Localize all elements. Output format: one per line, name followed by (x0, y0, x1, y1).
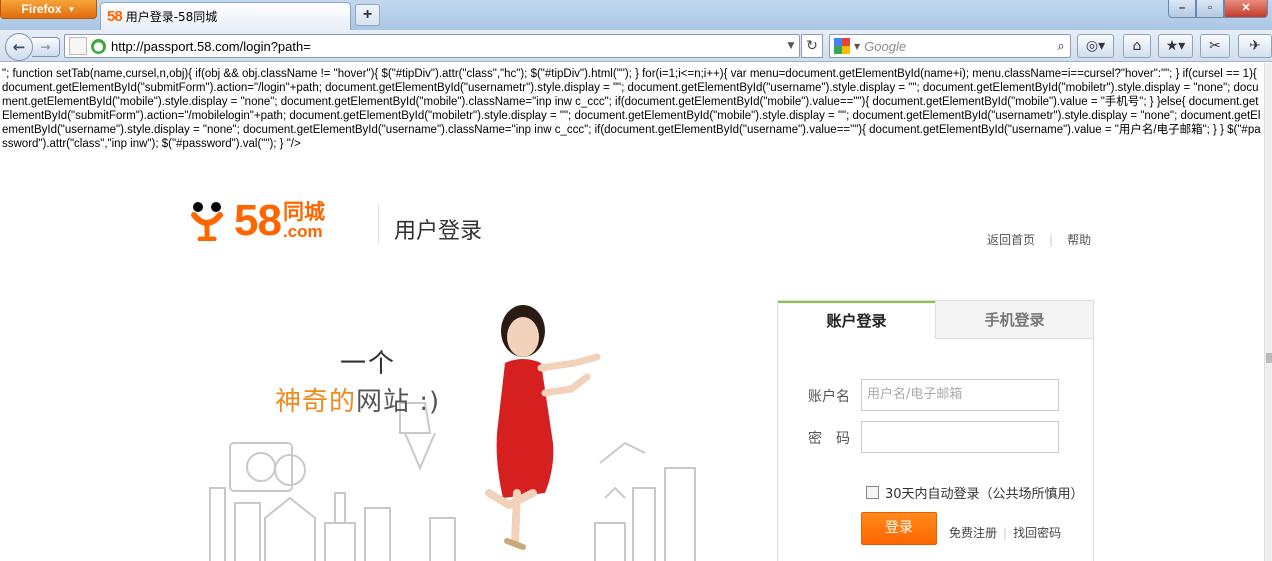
slogan-dark-text: 网站 :) (356, 387, 441, 417)
new-tab-button[interactable]: + (355, 4, 380, 26)
url-input[interactable]: http://passport.58.com/login?path= (111, 39, 783, 54)
extension-button[interactable]: ✈ (1238, 34, 1272, 58)
remember-me-label: 30天内自动登录（公共场所慎用） (885, 487, 1084, 502)
arrow-left-icon: ← (12, 38, 26, 56)
minimize-button[interactable]: – (1168, 0, 1196, 18)
vertical-scrollbar[interactable] (1264, 63, 1272, 561)
leaked-script-text: "; function setTab(name,cursel,n,obj){ i… (2, 68, 1261, 150)
addon-icon: ◎▾ (1085, 38, 1106, 54)
page-icon (69, 37, 87, 55)
search-magnifier-icon[interactable]: ⌕ (1052, 39, 1070, 54)
password-label: 密 码 (808, 431, 850, 447)
maximize-button[interactable]: ▫ (1196, 0, 1224, 18)
login-panel: 账户登录 手机登录 账户名 用户名/电子邮箱 密 码 30天内自动登录（公共场所… (777, 300, 1094, 561)
58-logo[interactable]: 58 同城 .com (190, 196, 325, 245)
city-sketch-illustration (209, 402, 696, 561)
scissors-icon: ✂ (1209, 38, 1221, 54)
model-photo-image (485, 305, 601, 550)
back-forward-group: → ← (5, 33, 61, 61)
account-row: 账户名 用户名/电子邮箱 (778, 379, 1095, 411)
back-button[interactable]: ← (5, 33, 33, 61)
register-link[interactable]: 免费注册 (949, 524, 997, 541)
logo-domain-text: .com (282, 222, 323, 241)
remember-me-checkbox[interactable] (866, 486, 879, 499)
close-window-button[interactable]: ✕ (1224, 0, 1268, 18)
navigation-toolbar: → ← ● http://passport.58.com/login?path=… (0, 30, 1272, 62)
tools-button[interactable]: ✂ (1200, 34, 1230, 58)
link-divider: | (1049, 232, 1054, 247)
slogan-line-2: 神奇的网站 :) (275, 381, 440, 418)
window-controls: – ▫ ✕ (1168, 0, 1268, 18)
bookmark-star-icon: ★▾ (1165, 38, 1186, 54)
home-button[interactable]: ⌂ (1123, 34, 1151, 58)
password-input[interactable] (861, 421, 1059, 453)
reload-button[interactable]: ↻ (801, 34, 823, 58)
password-row: 密 码 (778, 421, 1095, 453)
slogan-orange-text: 神奇的 (275, 387, 357, 417)
google-engine-icon[interactable] (834, 38, 850, 54)
url-history-dropdown-icon[interactable]: ▼ (783, 41, 799, 51)
tab-title: 用户登录-58同城 (125, 10, 218, 24)
logo-number: 58 (234, 196, 282, 245)
58-favicon-icon: 58 (107, 8, 123, 25)
login-tabs: 账户登录 手机登录 (778, 301, 1093, 339)
promo-banner: 一个 神奇的网站 :) (205, 293, 715, 561)
reload-icon: ↻ (806, 38, 818, 54)
forgot-password-link[interactable]: 找回密码 (1013, 524, 1061, 541)
slogan-line-1: 一个 (340, 349, 397, 379)
logo-text-group: 同城 .com (283, 201, 325, 241)
search-bar[interactable]: ▼ Google ⌕ (829, 34, 1071, 58)
home-icon: ⌂ (1132, 38, 1142, 54)
search-input[interactable]: Google (864, 39, 1052, 54)
account-input[interactable]: 用户名/电子邮箱 (861, 379, 1059, 411)
page-viewport: "; function setTab(name,cursel,n,obj){ i… (0, 63, 1272, 561)
login-submit-button[interactable]: 登录 (861, 512, 937, 545)
page-title: 用户登录 (394, 219, 483, 244)
home-link[interactable]: 返回首页 (987, 231, 1035, 248)
header-links: 返回首页 | 帮助 (987, 231, 1091, 248)
login-links: 免费注册 | 找回密码 (949, 524, 1061, 541)
chevron-down-icon: ▼ (67, 4, 76, 14)
help-link[interactable]: 帮助 (1067, 231, 1091, 248)
forward-button[interactable]: → (32, 37, 60, 57)
browser-titlebar: Firefox ▼ 58 用户登录-58同城 + – ▫ ✕ (0, 0, 1272, 30)
remember-me-option[interactable]: 30天内自动登录（公共场所慎用） (866, 483, 1084, 502)
scrollbar-thumb[interactable] (1266, 353, 1272, 363)
address-bar[interactable]: ● http://passport.58.com/login?path= ▼ (64, 34, 800, 58)
account-label: 账户名 (808, 389, 850, 405)
logo-chinese-text: 同城 (282, 200, 325, 224)
tab-mobile-login[interactable]: 手机登录 (935, 301, 1093, 339)
bird-icon: ✈ (1249, 38, 1261, 54)
addon-button[interactable]: ◎▾ (1077, 34, 1114, 58)
firefox-menu-button[interactable]: Firefox ▼ (0, 0, 97, 19)
header-divider (378, 205, 379, 243)
site-identity-icon[interactable]: ● (91, 38, 106, 54)
58-mascot-icon (191, 202, 223, 241)
link-divider: | (1003, 525, 1008, 540)
search-engine-dropdown-icon[interactable]: ▼ (854, 42, 860, 51)
bookmarks-button[interactable]: ★▾ (1158, 34, 1193, 58)
firefox-menu-label: Firefox (21, 2, 62, 16)
tab-account-login[interactable]: 账户登录 (778, 301, 935, 339)
arrow-right-icon: → (40, 40, 51, 54)
browser-tab[interactable]: 58 用户登录-58同城 (100, 2, 351, 30)
